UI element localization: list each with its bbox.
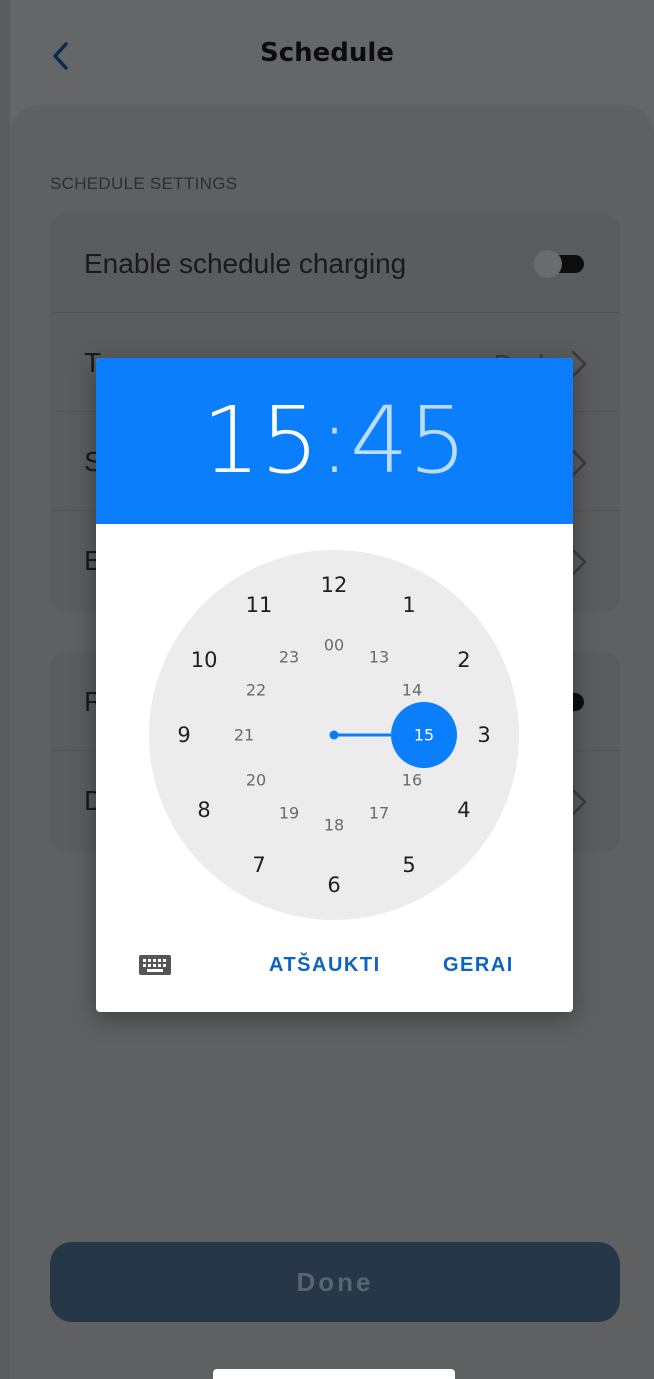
row-label: Enable schedule charging <box>84 248 407 279</box>
minute-display[interactable]: 45 <box>350 387 467 494</box>
clock-hour-13[interactable]: 13 <box>369 648 389 667</box>
clock-hour-00[interactable]: 00 <box>324 636 344 655</box>
clock-hour-7[interactable]: 7 <box>252 853 265 877</box>
ok-button[interactable]: GERAI <box>443 954 514 977</box>
clock-hour-17[interactable]: 17 <box>369 803 389 822</box>
done-button[interactable]: Done <box>50 1242 620 1322</box>
clock-hour-2[interactable]: 2 <box>457 648 470 672</box>
hour-display[interactable]: 15 <box>202 387 319 494</box>
home-indicator <box>213 1369 455 1379</box>
toggle-knob <box>534 250 562 278</box>
time-picker-dialog: 15:45 12 1 2 3 4 5 6 7 8 9 10 11 00 13 14 15 16 17 18 19 20 2… <box>96 358 573 1012</box>
clock-hour-1[interactable]: 1 <box>402 593 415 617</box>
keyboard-icon[interactable] <box>138 954 172 976</box>
time-display: 15:45 <box>96 386 573 496</box>
enable-schedule-toggle[interactable] <box>534 250 584 278</box>
clock-hour-14[interactable]: 14 <box>402 681 422 700</box>
app-header: Schedule <box>0 0 654 110</box>
clock-hour-3[interactable]: 3 <box>477 723 490 747</box>
clock-hour-22[interactable]: 22 <box>246 681 266 700</box>
page-title: Schedule <box>260 38 394 68</box>
clock-hour-16[interactable]: 16 <box>402 771 422 790</box>
clock-hour-12[interactable]: 12 <box>321 573 348 597</box>
clock-face[interactable]: 12 1 2 3 4 5 6 7 8 9 10 11 00 13 14 15 16 17 18 19 20 21 22 23 <box>149 550 519 920</box>
time-separator: : <box>319 387 350 494</box>
clock-hour-19[interactable]: 19 <box>279 803 299 822</box>
clock-hour-6[interactable]: 6 <box>327 873 340 897</box>
clock-hour-8[interactable]: 8 <box>197 798 210 822</box>
clock-hour-9[interactable]: 9 <box>177 723 190 747</box>
time-picker-header: 15:45 <box>96 358 573 524</box>
clock-hour-5[interactable]: 5 <box>402 853 415 877</box>
clock-hour-21[interactable]: 21 <box>234 726 254 745</box>
clock-center-dot <box>329 730 339 740</box>
clock-hour-20[interactable]: 20 <box>246 771 266 790</box>
clock-hour-23[interactable]: 23 <box>279 648 299 667</box>
clock-hand-layer <box>329 702 457 768</box>
screen-edge <box>0 0 10 1379</box>
section-title: SCHEDULE SETTINGS <box>50 174 238 193</box>
cancel-button[interactable]: ATŠAUKTI <box>269 954 381 977</box>
clock-hour-11[interactable]: 11 <box>246 593 273 617</box>
clock-hour-4[interactable]: 4 <box>457 798 470 822</box>
clock-hour-15[interactable]: 15 <box>414 726 434 745</box>
clock-hour-18[interactable]: 18 <box>324 816 344 835</box>
clock-hour-10[interactable]: 10 <box>191 648 218 672</box>
done-label: Done <box>296 1266 374 1297</box>
settings-row-enable-schedule[interactable]: Enable schedule charging <box>50 214 620 313</box>
